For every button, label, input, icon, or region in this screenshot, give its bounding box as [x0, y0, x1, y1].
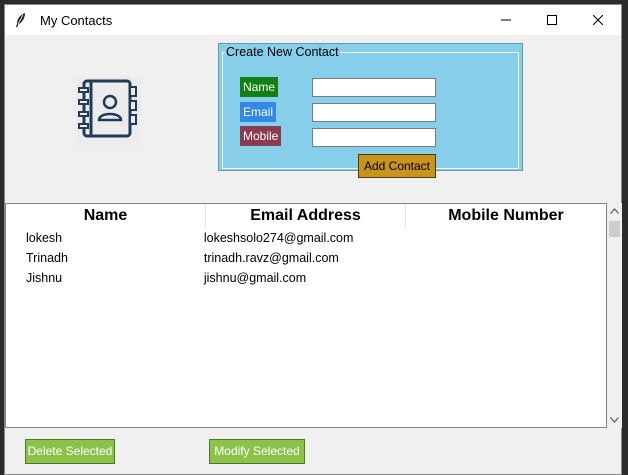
name-input[interactable] [312, 78, 436, 97]
cell-mobile [417, 248, 606, 268]
mobile-label: Mobile [240, 126, 282, 146]
table-row[interactable]: lokesh lokeshsolo274@gmail.com [6, 228, 606, 248]
scrollbar-thumb[interactable] [609, 221, 620, 237]
email-input[interactable] [312, 103, 436, 122]
window-title: My Contacts [40, 12, 113, 28]
scroll-up-button[interactable] [607, 203, 622, 219]
cell-name: lokesh [26, 231, 63, 245]
create-contact-legend: Create New Contact [225, 45, 340, 59]
title-bar[interactable]: My Contacts [5, 5, 621, 35]
table-row[interactable]: Trinadh trinadh.ravz@gmail.com [6, 248, 606, 268]
address-book-icon [75, 77, 141, 145]
table-row[interactable]: Jishnu jishnu@gmail.com [6, 268, 606, 288]
minimize-button[interactable] [483, 5, 529, 35]
table-body: lokesh lokeshsolo274@gmail.com Trinadh t… [6, 228, 606, 288]
cell-email: trinadh.ravz@gmail.com [203, 251, 339, 265]
scroll-down-button[interactable] [607, 412, 622, 428]
create-contact-panel: Name Email Mobile Add Contact Create New… [218, 43, 523, 178]
delete-selected-button[interactable]: Delete Selected [25, 439, 115, 464]
window-controls [483, 5, 621, 35]
name-label: Name [240, 77, 279, 97]
cell-mobile [417, 268, 606, 288]
column-header-mobile[interactable]: Mobile Number [406, 204, 606, 228]
vertical-scrollbar[interactable] [607, 203, 622, 428]
mobile-input[interactable] [312, 128, 436, 147]
column-header-email[interactable]: Email Address [206, 204, 406, 228]
cell-email: lokeshsolo274@gmail.com [203, 231, 354, 245]
table-header: Name Email Address Mobile Number [6, 204, 606, 228]
app-window: My Contacts Name Email Mobile Add Contac… [4, 4, 622, 475]
cell-mobile [417, 228, 606, 248]
contacts-table[interactable]: Name Email Address Mobile Number lokesh … [5, 203, 607, 428]
close-button[interactable] [575, 5, 621, 35]
minimize-icon [501, 19, 511, 21]
cell-email: jishnu@gmail.com [203, 271, 307, 285]
chevron-up-icon [610, 208, 619, 214]
cell-name: Trinadh [26, 251, 68, 265]
chevron-down-icon [610, 417, 619, 423]
maximize-button[interactable] [529, 5, 575, 35]
create-contact-frame: Name Email Mobile Add Contact [222, 52, 519, 178]
feather-icon [14, 12, 36, 28]
close-icon [593, 15, 603, 25]
add-contact-button[interactable]: Add Contact [358, 154, 436, 178]
modify-selected-button[interactable]: Modify Selected [209, 439, 305, 464]
cell-name: Jishnu [26, 271, 63, 285]
column-header-name[interactable]: Name [6, 204, 206, 228]
email-label: Email [240, 102, 277, 122]
maximize-icon [547, 15, 557, 25]
